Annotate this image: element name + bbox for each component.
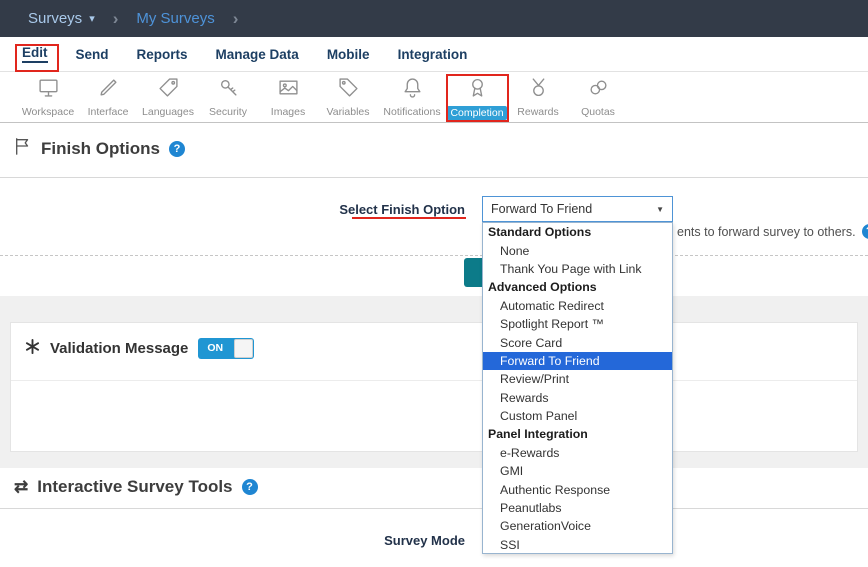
toggle-state-label: ON [207, 342, 223, 354]
dropdown-option-spotlight-report[interactable]: Spotlight Report ™ [483, 315, 672, 333]
tab-mobile[interactable]: Mobile [327, 47, 370, 62]
dropdown-option-e-rewards[interactable]: e-Rewards [483, 444, 672, 462]
tool-images[interactable]: Images [258, 72, 318, 122]
dropdown-option-peanutlabs[interactable]: Peanutlabs [483, 499, 672, 517]
tool-interface[interactable]: Interface [78, 72, 138, 122]
dropdown-option-review-print[interactable]: Review/Print [483, 370, 672, 388]
validation-message-header: Validation Message ON [25, 338, 254, 359]
tab-manage-data[interactable]: Manage Data [216, 47, 299, 62]
divider [0, 177, 868, 178]
tool-workspace[interactable]: Workspace [18, 72, 78, 122]
tool-security[interactable]: Security [198, 72, 258, 122]
tab-edit[interactable]: Edit [22, 45, 48, 63]
annotation-select-underline [352, 217, 466, 219]
dropdown-option-custom-panel[interactable]: Custom Panel [483, 407, 672, 425]
helper-text-fragment: ents to forward survey to others. ? [677, 224, 868, 239]
breadcrumb-my-surveys[interactable]: My Surveys [136, 10, 214, 27]
tool-variables[interactable]: Variables [318, 72, 378, 122]
quotas-rings-icon [588, 77, 609, 103]
chevron-right-icon: › [233, 9, 239, 29]
dropdown-option-rewards[interactable]: Rewards [483, 389, 672, 407]
tool-label: Workspace [22, 106, 74, 118]
section-title: Finish Options [41, 139, 160, 159]
tool-label: Interface [88, 106, 129, 118]
variables-tag-icon [338, 77, 359, 103]
rewards-medal-icon [528, 77, 549, 103]
completion-ribbon-icon [467, 77, 488, 103]
dropdown-option-automatic-redirect[interactable]: Automatic Redirect [483, 297, 672, 315]
validation-toggle[interactable]: ON [198, 338, 254, 359]
toggle-knob [234, 339, 253, 358]
select-finish-option-label: Select Finish Option [339, 202, 465, 217]
help-icon[interactable]: ? [242, 479, 258, 495]
tab-integration[interactable]: Integration [398, 47, 468, 62]
images-icon [278, 77, 299, 103]
survey-mode-label: Survey Mode [384, 533, 465, 548]
help-icon[interactable]: ? [862, 224, 868, 239]
validation-message-card: Validation Message ON [10, 322, 858, 452]
main-menu-bar: Edit Send Reports Manage Data Mobile Int… [0, 37, 868, 72]
caret-down-icon: ▾ [89, 12, 95, 25]
finish-option-select[interactable]: Forward To Friend ▼ [482, 196, 673, 222]
tool-label: Variables [327, 106, 370, 118]
section-title: Interactive Survey Tools [37, 477, 232, 497]
tab-reports[interactable]: Reports [137, 47, 188, 62]
tab-send[interactable]: Send [76, 47, 109, 62]
helper-text: ents to forward survey to others. [677, 225, 856, 239]
surveys-menu[interactable]: Surveys ▾ [28, 10, 95, 27]
tool-completion[interactable]: Completion [446, 72, 508, 122]
flag-icon [14, 137, 32, 160]
dropdown-option-authentic-response[interactable]: Authentic Response [483, 480, 672, 498]
dropdown-option-none[interactable]: None [483, 241, 672, 259]
dropdown-arrow-icon: ▼ [656, 205, 664, 214]
asterisk-icon [25, 339, 40, 359]
card-title: Validation Message [50, 340, 188, 357]
dropdown-group-panel-integration: Panel Integration [483, 425, 672, 443]
dropdown-group-advanced-options: Advanced Options [483, 278, 672, 296]
dropdown-option-forward-to-friend[interactable]: Forward To Friend [483, 352, 672, 370]
divider [11, 380, 857, 381]
tool-label: Completion [447, 106, 506, 120]
tool-label: Quotas [581, 106, 615, 118]
tool-label: Rewards [517, 106, 558, 118]
tool-quotas[interactable]: Quotas [568, 72, 628, 122]
page: Surveys ▾ › My Surveys › Edit Send Repor… [0, 0, 868, 567]
chevron-right-icon: › [113, 9, 119, 29]
top-navigation-bar: Surveys ▾ › My Surveys › [0, 0, 868, 37]
interactive-tools-header: ⇄ Interactive Survey Tools ? [14, 477, 258, 497]
edit-toolbar: Workspace Interface Languages Security I… [0, 72, 868, 123]
dashed-divider [0, 255, 868, 256]
tool-rewards[interactable]: Rewards [508, 72, 568, 122]
security-key-icon [218, 77, 239, 103]
notifications-bell-icon [402, 77, 423, 103]
tool-languages[interactable]: Languages [138, 72, 198, 122]
dropdown-option-score-card[interactable]: Score Card [483, 333, 672, 351]
help-icon[interactable]: ? [169, 141, 185, 157]
surveys-menu-label: Surveys [28, 10, 82, 27]
dropdown-option-ssi[interactable]: SSI [483, 536, 672, 554]
swap-arrows-icon: ⇄ [14, 477, 28, 497]
finish-option-dropdown-list: Standard Options None Thank You Page wit… [482, 222, 673, 554]
tool-label: Images [271, 106, 305, 118]
divider [0, 508, 868, 509]
tool-notifications[interactable]: Notifications [378, 72, 446, 122]
tool-label: Languages [142, 106, 194, 118]
dropdown-option-gmi[interactable]: GMI [483, 462, 672, 480]
dropdown-option-thank-you-page-with-link[interactable]: Thank You Page with Link [483, 260, 672, 278]
interface-icon [98, 77, 119, 103]
dropdown-option-generationvoice[interactable]: GenerationVoice [483, 517, 672, 535]
dropdown-group-standard-options: Standard Options [483, 223, 672, 241]
tool-label: Notifications [383, 106, 440, 118]
finish-options-header: Finish Options ? [14, 137, 185, 160]
workspace-icon [38, 77, 59, 103]
languages-icon [158, 77, 179, 103]
select-value: Forward To Friend [491, 202, 592, 216]
tool-label: Security [209, 106, 247, 118]
